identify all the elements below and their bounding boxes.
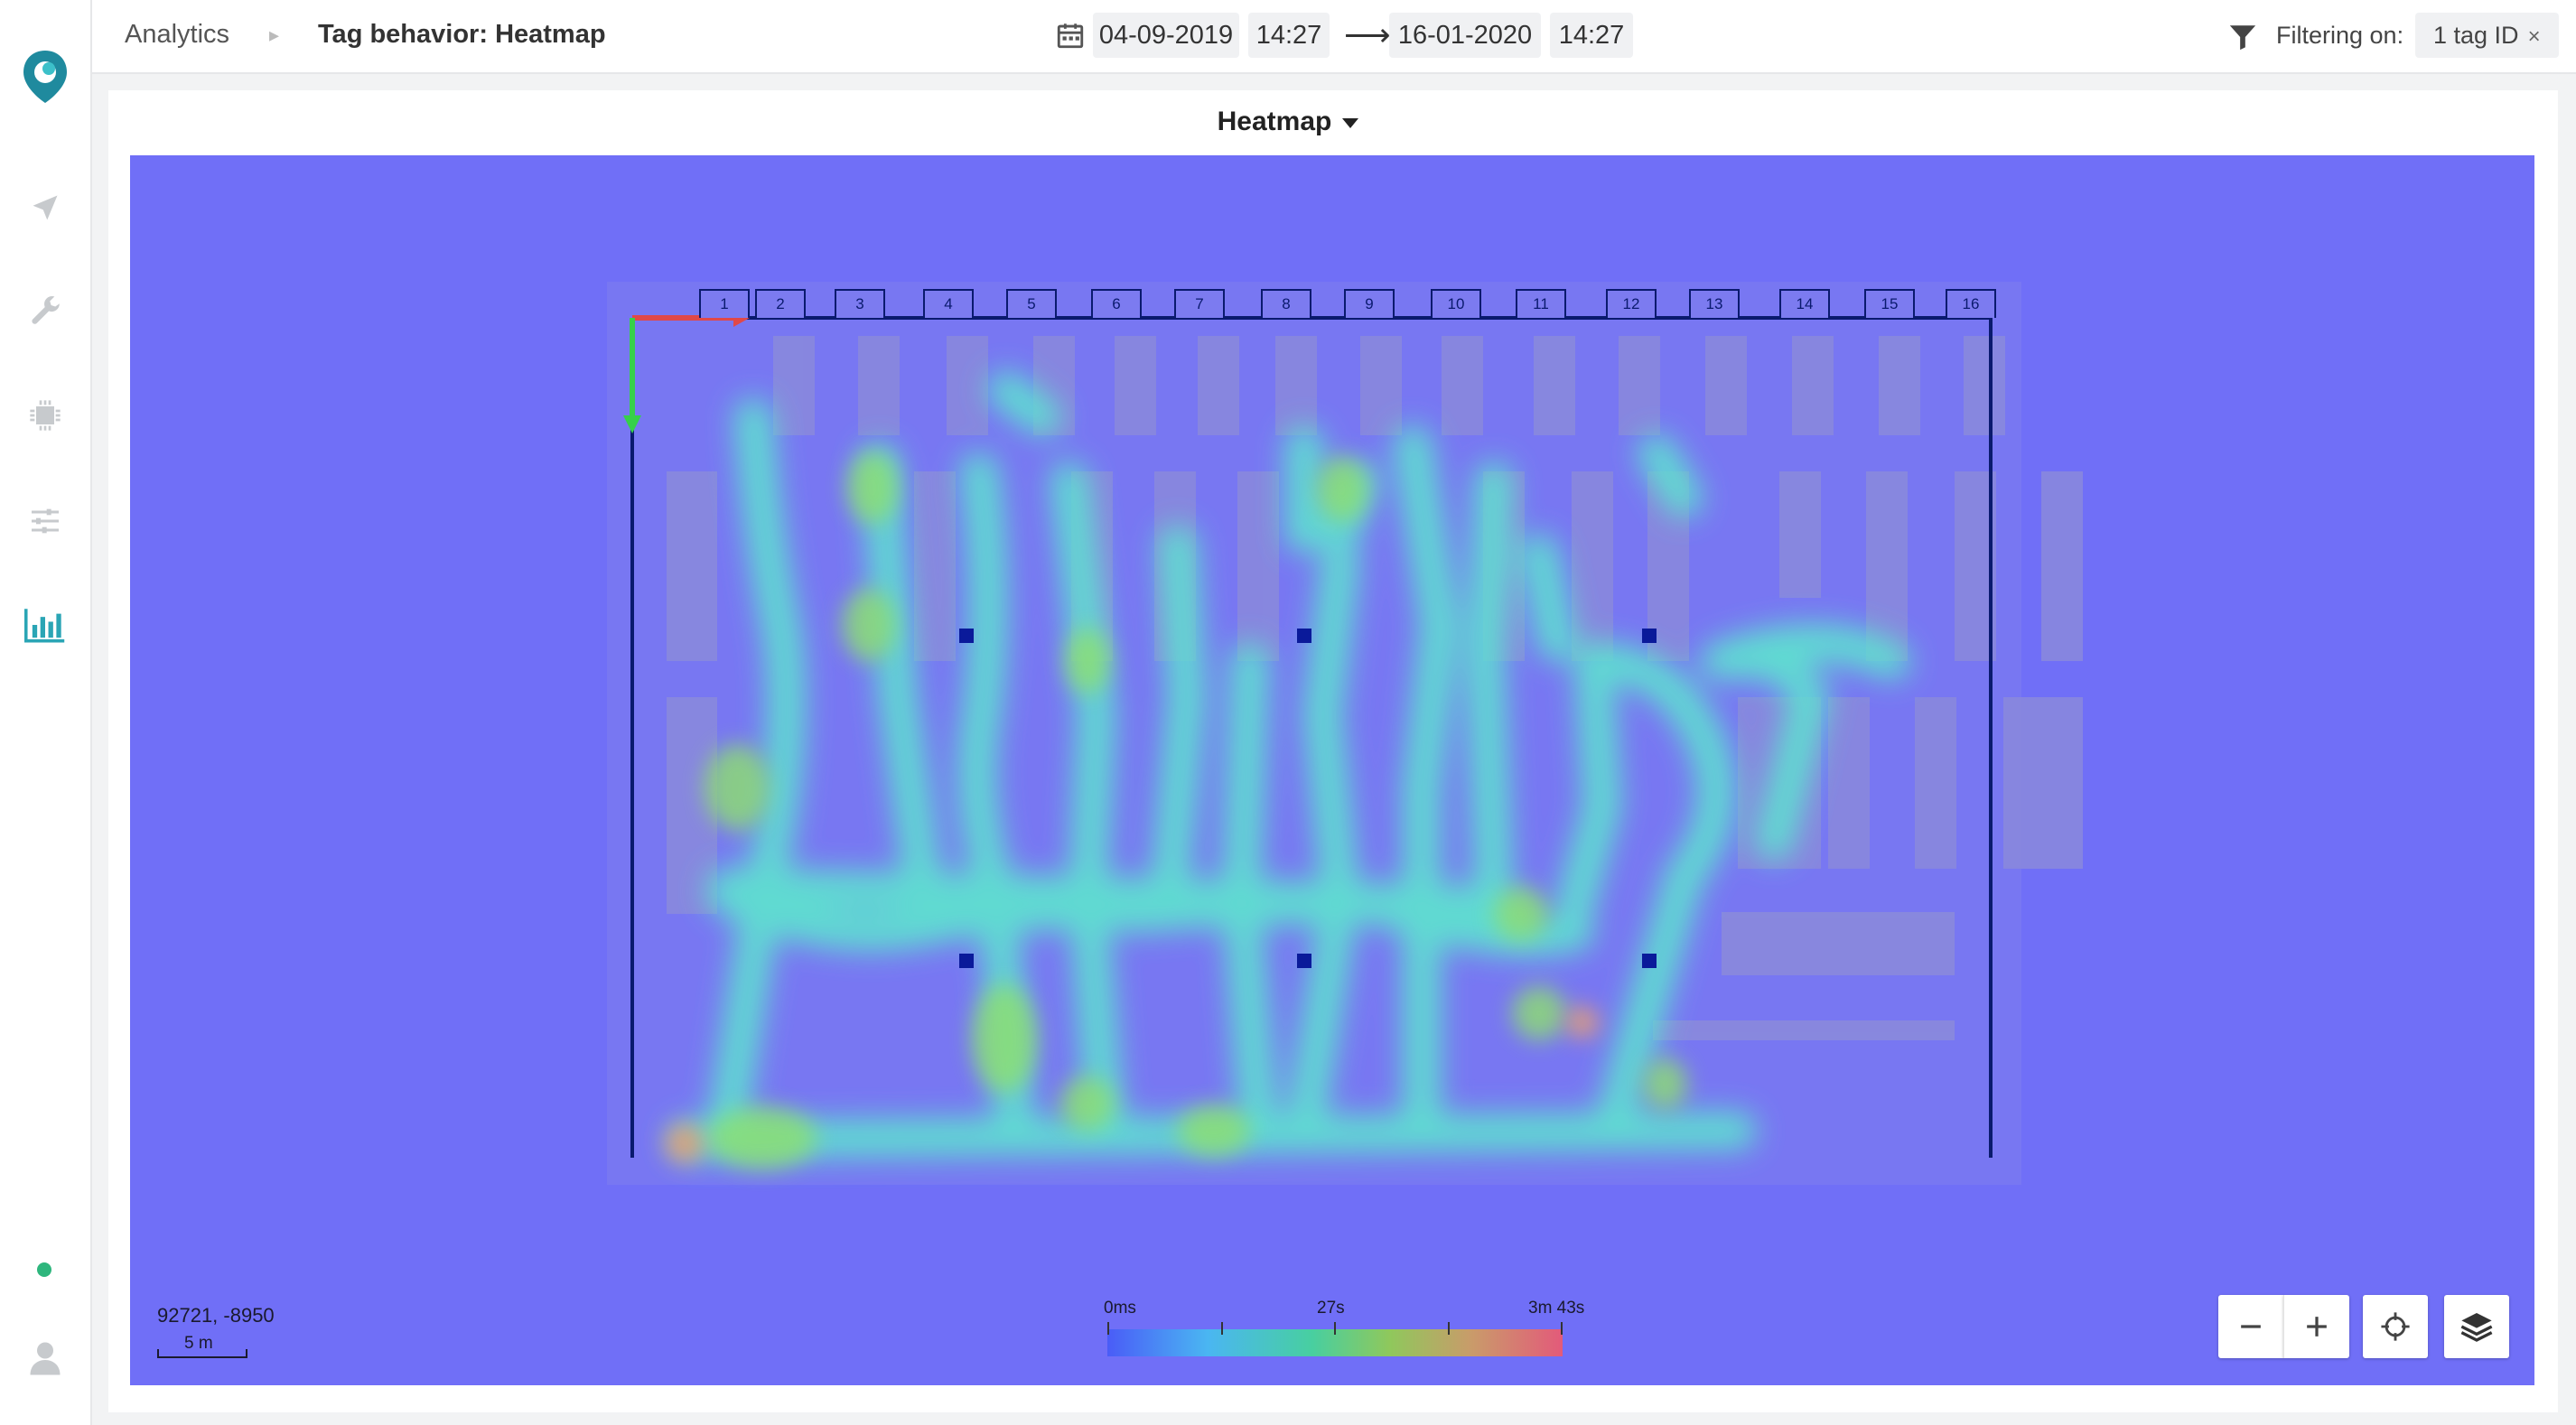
heatmap-view-dropdown[interactable]: Heatmap xyxy=(0,107,2576,137)
minus-icon xyxy=(2241,1325,2261,1328)
user-icon[interactable] xyxy=(23,1335,68,1380)
rack-label-15: 15 xyxy=(1864,289,1915,318)
page-title-main: Tag behavior xyxy=(318,20,480,49)
zoom-out-button[interactable] xyxy=(2218,1295,2283,1358)
rack-label-8: 8 xyxy=(1261,289,1311,318)
cursor-coordinates: 92721, -8950 xyxy=(157,1304,275,1327)
legend-tick xyxy=(1561,1322,1563,1335)
page-title: Tag behavior: Heatmap xyxy=(318,20,606,50)
recenter-button[interactable] xyxy=(2363,1295,2428,1358)
layers-button[interactable] xyxy=(2444,1295,2509,1358)
breadcrumb-separator-icon: ▸ xyxy=(269,23,280,46)
rack-label-9: 9 xyxy=(1344,289,1395,318)
legend-tick xyxy=(1334,1322,1336,1335)
heatmap-canvas[interactable]: 1 2 3 4 5 6 7 8 9 10 11 12 13 14 15 16 92721, -8950 5 m… xyxy=(130,155,2534,1385)
legend-min-label: 0ms xyxy=(1104,1299,1136,1318)
rack-label-3: 3 xyxy=(835,289,885,318)
rack-label-5: 5 xyxy=(1006,289,1057,318)
rack-label-13: 13 xyxy=(1689,289,1740,318)
rack-label-11: 11 xyxy=(1516,289,1566,318)
rack-label-10: 10 xyxy=(1431,289,1481,318)
legend-max-label: 3m 43s xyxy=(1528,1299,1585,1318)
layers-icon xyxy=(2460,1313,2493,1342)
rack-label-6: 6 xyxy=(1091,289,1142,318)
heatmap-view-label: Heatmap xyxy=(1217,107,1332,136)
breadcrumb-section[interactable]: Analytics xyxy=(125,20,229,50)
rack-label-2: 2 xyxy=(755,289,806,318)
sidebar xyxy=(0,0,92,1425)
top-bar: Analytics ▸ Tag behavior: Heatmap 04-09-… xyxy=(92,0,2576,74)
page-title-view: Heatmap xyxy=(495,20,606,49)
chip-icon[interactable] xyxy=(23,393,68,438)
start-date-input[interactable]: 04-09-2019 xyxy=(1093,13,1239,58)
heatmap-legend: 0ms 27s 3m 43s xyxy=(1104,1299,1584,1362)
caret-down-icon xyxy=(1342,117,1359,128)
legend-mid-label: 27s xyxy=(1317,1299,1345,1318)
calendar-icon[interactable] xyxy=(1055,20,1086,51)
rack-label-16: 16 xyxy=(1946,289,1996,318)
crosshair-icon xyxy=(2381,1312,2410,1341)
logo-icon[interactable] xyxy=(18,47,72,105)
chart-icon[interactable] xyxy=(23,602,68,647)
rack-label-12: 12 xyxy=(1606,289,1657,318)
rack-label-1: 1 xyxy=(699,289,750,318)
navigate-icon[interactable] xyxy=(23,185,68,230)
scale-bar xyxy=(157,1349,247,1358)
rack-label-4: 4 xyxy=(923,289,974,318)
zoom-in-button[interactable] xyxy=(2283,1295,2349,1358)
end-time-input[interactable]: 14:27 xyxy=(1550,13,1633,58)
end-date-input[interactable]: 16-01-2020 xyxy=(1389,13,1541,58)
legend-tick xyxy=(1448,1322,1450,1335)
status-dot xyxy=(37,1262,51,1277)
legend-tick xyxy=(1107,1322,1109,1335)
racks-top xyxy=(773,336,2005,435)
legend-tick xyxy=(1221,1322,1223,1335)
filter-chip-label: 1 tag ID xyxy=(2433,22,2519,49)
rack-label-14: 14 xyxy=(1779,289,1830,318)
wrench-icon[interactable] xyxy=(23,289,68,334)
page-title-separator: : xyxy=(479,20,489,49)
arrow-right-icon: ⟶ xyxy=(1344,16,1391,53)
plus-icon xyxy=(2307,1317,2327,1337)
rack-label-7: 7 xyxy=(1174,289,1225,318)
sliders-icon[interactable] xyxy=(23,498,68,544)
start-time-input[interactable]: 14:27 xyxy=(1248,13,1330,58)
filter-icon xyxy=(2227,22,2258,52)
filter-label: Filtering on: xyxy=(2276,22,2404,49)
close-icon[interactable]: × xyxy=(2528,24,2541,49)
filter-chip[interactable]: 1 tag ID × xyxy=(2415,13,2559,58)
